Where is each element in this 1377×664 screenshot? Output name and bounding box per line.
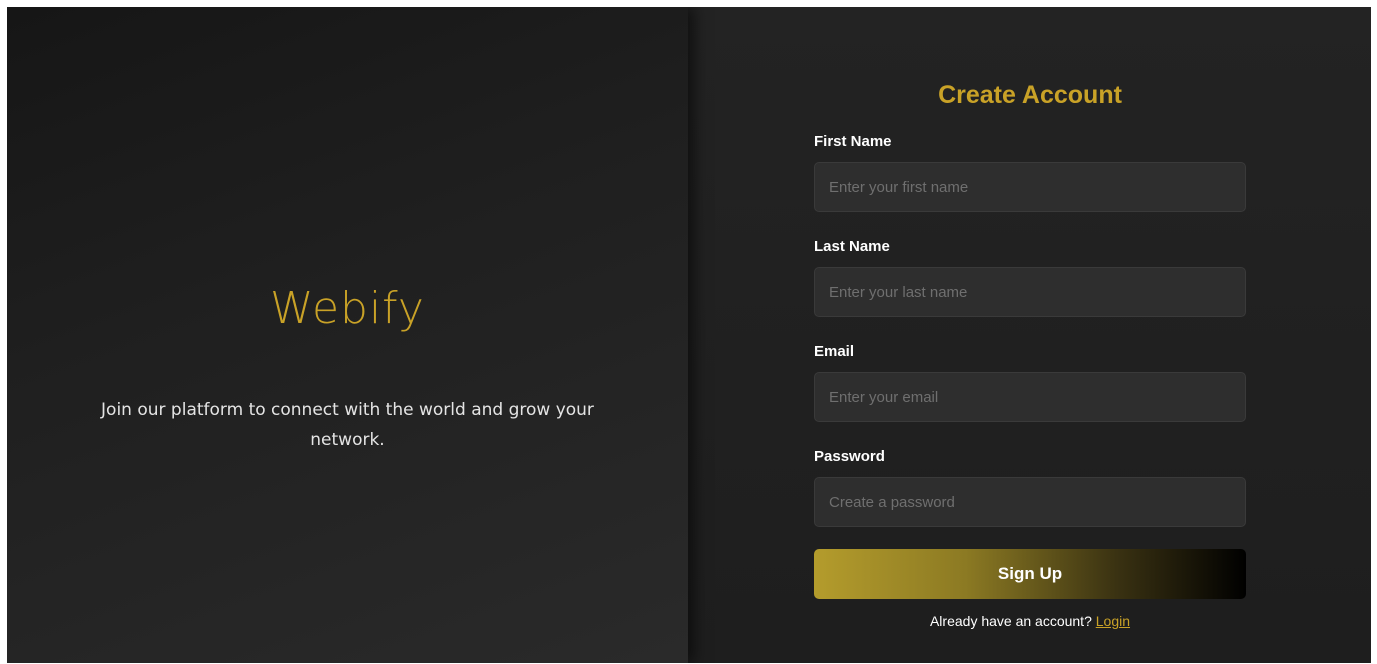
sign-up-button[interactable]: Sign Up [814, 549, 1246, 599]
last-name-label: Last Name [814, 238, 890, 255]
password-label: Password [814, 448, 885, 465]
brand-tagline: Join our platform to connect with the wo… [101, 400, 594, 450]
email-label: Email [814, 343, 855, 360]
form-title: Create Account [938, 81, 1122, 109]
brand-logo: Webify [270, 283, 425, 334]
signup-form: Create Account First Name Last Name Emai… [814, 77, 1246, 630]
login-prompt-text: Already have an account? [929, 613, 1092, 629]
email-input[interactable] [814, 372, 1246, 422]
password-input[interactable] [814, 477, 1246, 527]
brand-panel: Webify Join our platform to connect with… [7, 7, 688, 663]
signup-page: Webify Join our platform to connect with… [7, 7, 1371, 663]
first-name-input[interactable] [814, 162, 1246, 212]
last-name-input[interactable] [814, 267, 1246, 317]
login-link[interactable]: Login [1096, 613, 1130, 629]
login-prompt-line: Already have an account? Login [814, 612, 1246, 630]
first-name-label: First Name [814, 133, 892, 150]
form-panel: Create Account First Name Last Name Emai… [688, 7, 1371, 663]
